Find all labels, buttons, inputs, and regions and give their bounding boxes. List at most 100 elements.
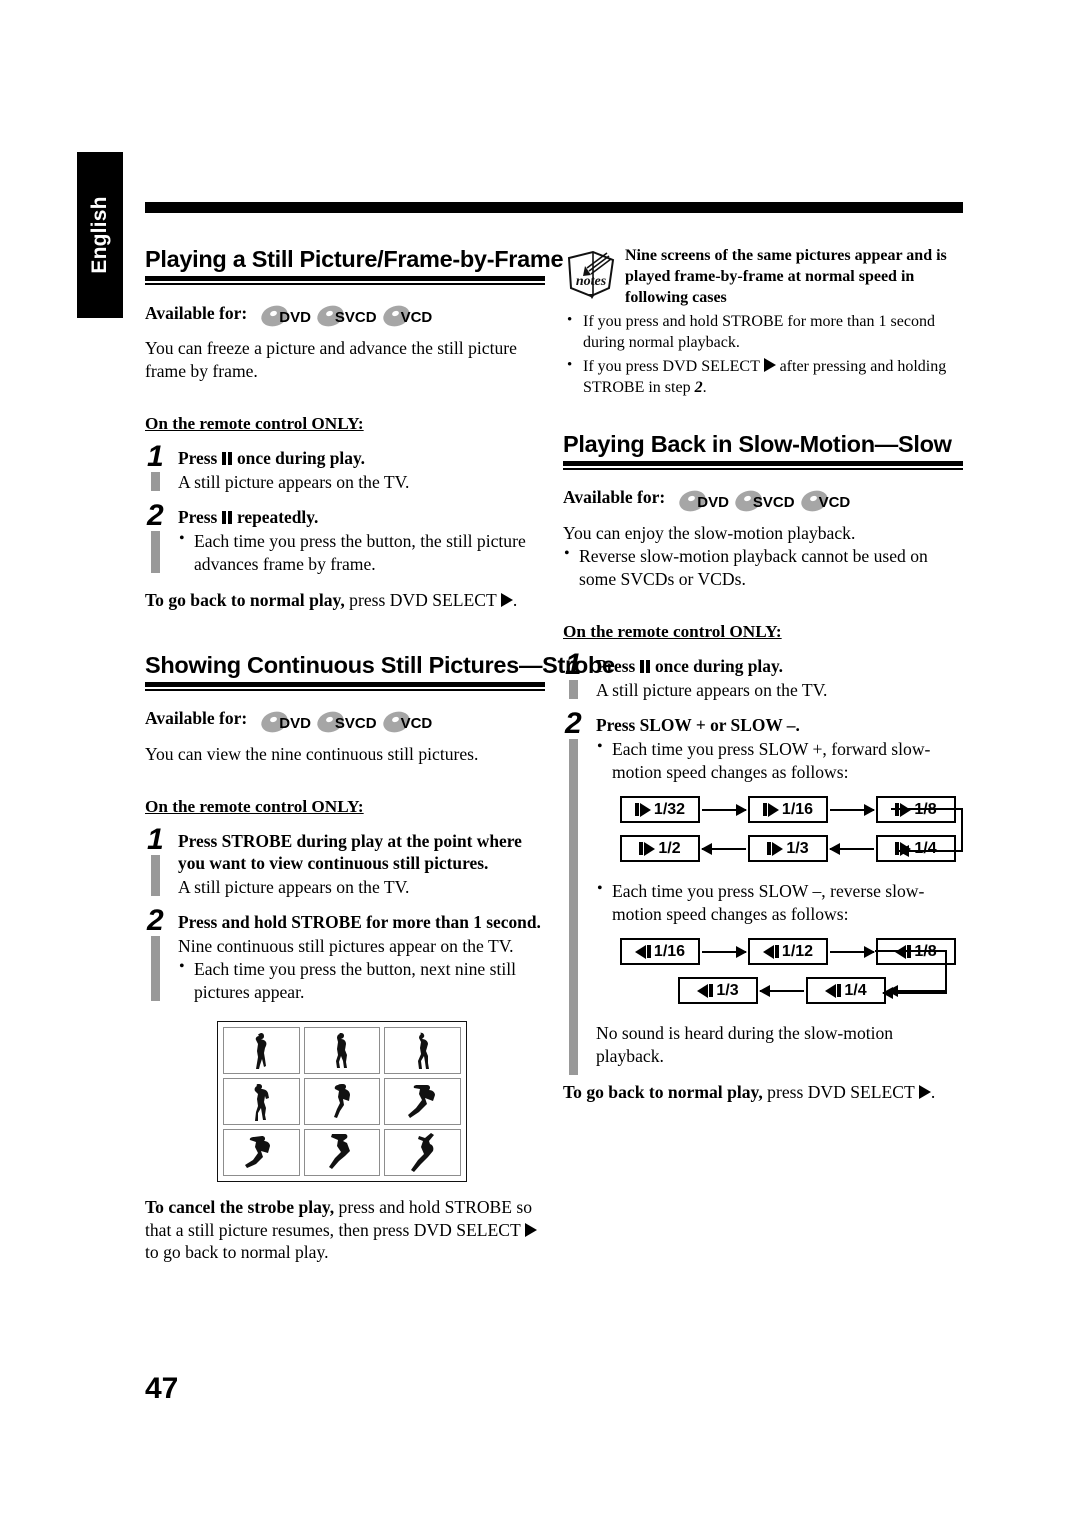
top-rule [145,202,963,213]
step-bar [569,680,578,700]
flow-arrow-right [702,803,747,816]
pitcher-leg-lift-figure [417,1032,429,1069]
speed-box: 1/16 [748,796,828,824]
strobe-frame [384,1129,461,1177]
section-tail: To go back to normal play, press DVD SEL… [145,590,518,611]
reverse-play-pause-icon [825,983,842,998]
speed-box: 1/32 [620,796,700,824]
pitcher-release-2-figure [328,1133,350,1169]
remote-only-heading: On the remote control ONLY: [145,797,364,817]
step-title: Press SLOW + or SLOW –. [596,715,800,736]
step-bullets: Each time you press SLOW +, forward slow… [596,737,963,783]
intro-bullets: Reverse slow-motion playback cannot be u… [563,544,963,590]
left-column: Playing a Still Picture/Frame-by-Frame A… [145,246,615,1264]
flow-arrow-right [830,803,875,816]
bullet-item: Each time you press SLOW –, reverse slow… [596,879,963,925]
notes-callout: notes Nine screens of the same pictures … [563,246,963,399]
pause-play-forward-icon [762,802,779,817]
disc-badge-dvd: DVD [676,485,729,515]
disc-badge-svcd: SVCD [732,485,795,515]
section-tail: To go back to normal play, press DVD SEL… [563,1082,936,1103]
strobe-frame [303,1129,381,1177]
reverse-speed-flow: 1/16 1/12 1/8 1/3 1/4 [620,936,963,1006]
pitcher-stride-2-figure [333,1083,350,1118]
speed-box: 1/12 [748,938,828,966]
step-number: 2 [565,707,582,741]
section-slow-motion: Playing Back in Slow-Motion—Slow Availab… [563,431,963,1104]
pause-icon [221,511,233,525]
flow-arrow-right [830,945,875,958]
step-bar [569,1020,578,1070]
remote-only-heading: On the remote control ONLY: [145,414,364,434]
bullet-item: Each time you press the button, the stil… [178,529,545,575]
strobe-frame [223,1129,300,1177]
flow-arrow-left [701,842,746,855]
bullet-item: Each time you press SLOW +, forward slow… [596,737,963,783]
step-bar [151,855,160,897]
pitcher-windup-2-figure [335,1032,347,1068]
step-bullets-reverse: Each time you press SLOW –, reverse slow… [563,879,963,1076]
page-number: 47 [145,1372,179,1405]
speed-box: 1/3 [678,977,758,1005]
step-bullets: Each time you press the button, next nin… [178,957,545,1003]
strobe-frame [303,1027,381,1075]
available-for-label: Available for: [145,708,248,729]
pause-play-forward-icon [767,841,784,856]
manual-page: English Playing a Still Picture/Frame-by… [0,0,1080,1528]
remote-only-heading: On the remote control ONLY: [563,622,782,642]
step-number: 2 [147,499,164,533]
available-for-row: Available for: DVD SVCD VCD [145,706,545,736]
strobe-frame [384,1078,461,1126]
reverse-play-pause-icon [762,944,779,959]
step-title: Press repeatedly. [178,507,319,528]
available-for-row: Available for: DVD SVCD VCD [563,485,963,515]
step-bullets: Each time you press SLOW –, reverse slow… [596,879,963,925]
bullet-item: If you press and hold STROBE for more th… [563,311,963,354]
step-subtext: A still picture appears on the TV. [178,471,410,492]
play-icon [500,593,513,608]
step-item: 2 Press and hold STROBE for more than 1 … [145,906,545,1003]
pause-icon [639,660,651,674]
heading-rule [145,681,545,691]
notes-bullets: If you press and hold STROBE for more th… [563,311,963,398]
step-item: 1 Press once during play. A still pictur… [145,442,545,493]
play-icon [524,1222,537,1237]
section-tail: To cancel the strobe play, press and hol… [145,1196,545,1264]
strobe-picture-grid [217,1021,467,1183]
flow-arrow-left [759,984,804,997]
step-item: 2 Press repeatedly. Each time you press … [145,501,545,575]
svg-text:notes: notes [576,274,607,289]
step-subtext: Nine continuous still pictures appear on… [178,935,514,956]
disc-badges: DVD SVCD VCD [676,485,850,515]
section-heading: Playing Back in Slow-Motion—Slow [563,430,952,457]
notes-headline: Nine screens of the same pictures appear… [625,247,947,306]
strobe-frame [303,1078,381,1126]
notes-icon: notes [563,248,621,305]
step-title: Press STROBE during play at the point wh… [178,831,522,873]
speed-box: 1/2 [620,835,700,863]
forward-speed-flow: 1/32 1/16 1/8 1/2 1/3 1/4 [620,794,963,864]
disc-badge-svcd: SVCD [314,300,377,330]
step-subtext: A still picture appears on the TV. [596,679,828,700]
available-for-row: Available for: DVD SVCD VCD [145,300,545,330]
step-item: 1 Press STROBE during play at the point … [145,825,545,898]
step-title: Press once during play. [178,448,366,469]
pitcher-windup-1-figure [256,1032,267,1069]
step-number: 1 [147,440,164,474]
heading-rule [145,276,545,286]
strobe-frame [223,1078,300,1126]
disc-badges: DVD SVCD VCD [258,300,432,330]
step-number: 1 [565,648,582,682]
section-intro: You can enjoy the slow-motion playback. [563,522,856,543]
flow-wrap-connector [891,808,963,858]
section-heading: Playing a Still Picture/Frame-by-Frame [145,246,564,272]
strobe-frame [223,1027,300,1075]
play-icon [918,1085,931,1100]
speed-box: 1/3 [748,835,828,863]
right-column: notes Nine screens of the same pictures … [563,246,963,1104]
flow-arrow-right [702,945,747,958]
step-item: 2 Press SLOW + or SLOW –. Each time you … [563,709,963,924]
pause-icon [221,452,233,466]
step-title: Press once during play. [596,656,784,677]
section-strobe: Showing Continuous Still Pictures—Strobe… [145,652,615,1264]
